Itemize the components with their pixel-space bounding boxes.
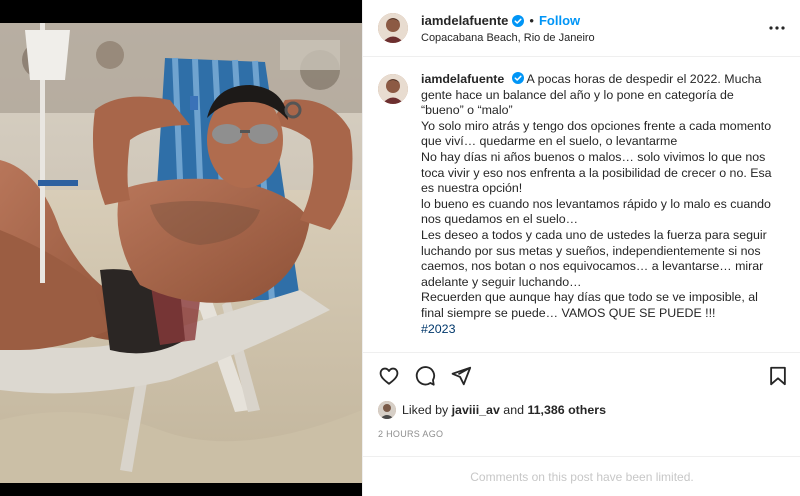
hashtag-link[interactable]: #2023: [421, 322, 455, 336]
caption-avatar[interactable]: [378, 74, 408, 104]
caption-text-line: No hay días ni años buenos o malos… solo…: [421, 149, 772, 196]
follow-button[interactable]: Follow: [539, 13, 580, 28]
share-icon[interactable]: [450, 365, 472, 387]
caption-first-line: iamdelafuente A pocas horas de despedir …: [421, 72, 776, 119]
likes-summary: Liked by javiii_av and 11,386 others: [378, 401, 606, 419]
likes-and-label: and: [503, 403, 524, 417]
beach-photo-image: [0, 0, 362, 496]
profile-avatar[interactable]: [378, 13, 408, 43]
caption-text-line: lo bueno es cuando nos levantamos rápido…: [421, 196, 771, 227]
action-bar: [363, 352, 800, 398]
caption-text-line: Yo solo miro atrás y tengo dos opciones …: [421, 118, 772, 149]
post-photo[interactable]: [0, 0, 362, 496]
liker-username[interactable]: javiii_av: [452, 403, 500, 417]
post-side-panel: iamdelafuente • Follow Copacabana Beach,…: [362, 0, 800, 496]
post-header: iamdelafuente • Follow Copacabana Beach,…: [363, 0, 800, 57]
caption-text-line: Les deseo a todos y cada uno de ustedes …: [421, 227, 767, 289]
caption-area: iamdelafuente A pocas horas de despedir …: [363, 58, 800, 352]
location-link[interactable]: Copacabana Beach, Rio de Janeiro: [421, 32, 595, 44]
liker-avatar[interactable]: [378, 401, 396, 419]
verified-badge-icon: [512, 14, 525, 27]
post-timestamp[interactable]: 2 HOURS AGO: [378, 429, 443, 439]
more-options-icon[interactable]: [767, 18, 787, 38]
verified-badge-icon: [511, 72, 524, 84]
separator-dot: •: [529, 13, 534, 28]
caption-text-line: Recuerden que aunque hay días que todo s…: [421, 290, 758, 320]
heart-icon[interactable]: [378, 365, 400, 387]
post-caption: iamdelafuente A pocas horas de despedir …: [421, 72, 776, 352]
comment-icon[interactable]: [414, 365, 436, 387]
comments-limited-notice: Comments on this post have been limited.: [363, 456, 800, 496]
liked-by-label: Liked by: [402, 403, 449, 417]
profile-username[interactable]: iamdelafuente: [421, 13, 508, 28]
post-dialog: iamdelafuente • Follow Copacabana Beach,…: [0, 0, 800, 496]
likes-count[interactable]: 11,386 others: [527, 403, 606, 417]
bookmark-icon[interactable]: [767, 365, 789, 387]
caption-username[interactable]: iamdelafuente: [421, 72, 504, 86]
